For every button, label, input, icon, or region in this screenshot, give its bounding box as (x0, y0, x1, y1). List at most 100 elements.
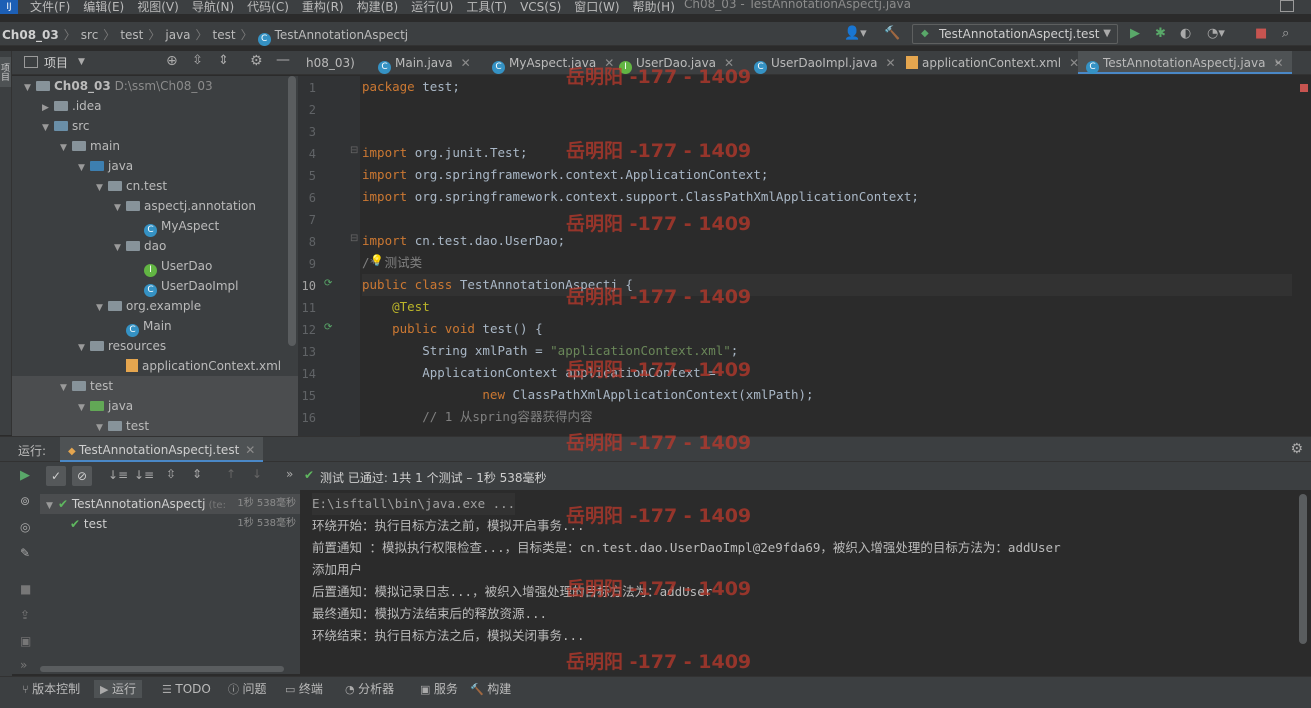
breadcrumb-item[interactable]: Ch08_03 (2, 28, 59, 42)
coverage-icon[interactable]: ◐ (1180, 26, 1191, 41)
show-passed-toggle[interactable]: ✓ (46, 466, 66, 486)
chevron-down-icon[interactable]: ▼ (96, 418, 108, 436)
menu-item[interactable]: 导航(N) (192, 0, 234, 14)
chevron-down-icon[interactable]: ▼ (60, 138, 72, 158)
project-tool-window-button[interactable]: 项目 (0, 57, 11, 87)
search-icon[interactable]: ⌕ (1282, 26, 1289, 41)
run-gutter-icon[interactable]: ⟳ (324, 278, 332, 289)
chevron-down-icon[interactable]: ▼ (96, 178, 108, 198)
tree-item[interactable]: ▼ java (12, 396, 298, 416)
close-icon[interactable]: ✕ (724, 56, 734, 70)
tree-item[interactable]: ▼ src (12, 116, 298, 136)
screenshot-icon[interactable]: ▣ (20, 634, 31, 648)
camera-icon[interactable]: ◎ (20, 520, 30, 534)
close-icon[interactable]: ✕ (245, 443, 255, 457)
sort-alpha-icon[interactable]: ↓≡ (108, 468, 128, 482)
tree-item[interactable]: ▼ test (12, 376, 298, 396)
bottom-tab-2[interactable]: ☰ TODO (162, 680, 211, 698)
sort-duration-icon[interactable]: ↓≡ (134, 468, 154, 482)
gear-icon[interactable]: ⚙ (250, 53, 263, 69)
menu-item[interactable]: 构建(B) (357, 0, 399, 14)
tree-item[interactable]: ▼ java (12, 156, 298, 176)
breadcrumb-item[interactable]: TestAnnotationAspectj (275, 28, 409, 42)
menu-item[interactable]: 代码(C) (247, 0, 289, 14)
fold-icon[interactable]: ⊟ (350, 145, 358, 156)
editor-tab[interactable]: I UserDao.java ✕ (611, 51, 742, 74)
tree-item[interactable]: ▼ resources (12, 336, 298, 356)
chevron-down-icon[interactable]: ▼ (78, 338, 90, 358)
bottom-tab-1[interactable]: ▶ 运行 (94, 680, 142, 698)
rerun-failed-icon[interactable]: ⊚ (20, 494, 30, 508)
previous-test-icon[interactable]: ↑ (226, 467, 236, 481)
run-configuration-select[interactable]: ◆ TestAnnotationAspectj.test ▼ (912, 24, 1118, 44)
rerun-icon[interactable]: ▶ (20, 468, 30, 483)
test-tree-item[interactable]: ✔ test 1秒 538毫秒 (40, 514, 300, 534)
bottom-tab-3[interactable]: ⓘ 问题 (228, 680, 267, 698)
stop-icon[interactable]: ■ (1255, 26, 1267, 41)
tree-item[interactable]: ▼ test (12, 416, 298, 436)
expand-all-icon[interactable]: ⇳ (192, 53, 203, 68)
tree-item[interactable]: ▶ .idea (12, 96, 298, 116)
chevron-down-icon[interactable]: ▼ (60, 378, 72, 398)
chevron-down-icon[interactable]: ▼ (24, 78, 36, 98)
test-tree-item[interactable]: ▼ ✔ TestAnnotationAspectj (te: 1秒 538毫秒 (40, 494, 300, 514)
chevron-down-icon[interactable]: ▼ (96, 298, 108, 318)
chevron-down-icon[interactable]: ▼ (114, 238, 126, 258)
error-stripe-marker[interactable] (1300, 84, 1308, 92)
tree-item[interactable]: ▼ cn.test (12, 176, 298, 196)
project-panel-title[interactable]: 项目 (44, 54, 68, 71)
menu-item[interactable]: 重构(R) (302, 0, 344, 14)
bottom-tab-6[interactable]: ▣ 服务 (420, 680, 458, 698)
editor-tab[interactable]: C UserDaoImpl.java ✕ (746, 51, 904, 74)
bottom-tab-4[interactable]: ▭ 终端 (285, 680, 323, 698)
intention-bulb-icon[interactable]: 💡 (370, 254, 384, 267)
menu-item[interactable]: 工具(T) (466, 0, 507, 14)
tree-item[interactable]: I UserDao (12, 256, 298, 277)
profile-icon[interactable]: ◔▾ (1207, 26, 1225, 41)
show-ignored-toggle[interactable]: ⊘ (72, 466, 92, 486)
editor-tab[interactable]: h08_03) (298, 51, 363, 74)
editor-tab[interactable]: C MyAspect.java ✕ (484, 51, 622, 74)
chevron-down-icon[interactable]: ▼ (46, 496, 58, 516)
menu-item[interactable]: 帮助(H) (633, 0, 675, 14)
run-gutter-icon[interactable]: ⟳ (324, 322, 332, 333)
breadcrumb-item[interactable]: test (120, 28, 143, 42)
menu-item[interactable]: VCS(S) (520, 0, 561, 14)
run-tab[interactable]: ◆ TestAnnotationAspectj.test ✕ (60, 437, 264, 463)
run-icon[interactable]: ▶ (1130, 26, 1140, 41)
editor-scrollbar[interactable] (1297, 76, 1311, 436)
tree-item[interactable]: ▼ dao (12, 236, 298, 256)
breadcrumb-item[interactable]: java (165, 28, 190, 42)
close-icon[interactable]: ✕ (885, 56, 895, 70)
close-icon[interactable]: ✕ (461, 56, 471, 70)
fold-icon[interactable]: ⊟ (350, 233, 358, 244)
breadcrumb-item[interactable]: src (81, 28, 99, 42)
tree-item[interactable]: ▼ org.example (12, 296, 298, 316)
tree-item[interactable]: C UserDaoImpl (12, 276, 298, 297)
console-scrollbar[interactable] (1299, 494, 1307, 644)
next-test-icon[interactable]: ↓ (252, 467, 262, 481)
build-hammer-icon[interactable]: 🔨 (884, 26, 900, 41)
tabs-overflow-icon[interactable]: ⌄ (1273, 53, 1283, 67)
chevron-right-icon[interactable]: ▶ (42, 98, 54, 118)
expand-all-icon[interactable]: ⇳ (166, 467, 176, 481)
locate-icon[interactable]: ⊕ (166, 53, 178, 69)
chevron-down-icon[interactable]: ▼ (42, 118, 54, 138)
debug-icon[interactable]: ✱ (1155, 26, 1166, 41)
breadcrumb-item[interactable]: test (213, 28, 236, 42)
chevron-down-icon[interactable]: ▼ (78, 398, 90, 418)
editor-tab[interactable]: applicationContext.xml ✕ (898, 51, 1087, 74)
export-icon[interactable]: ⇪ (20, 608, 30, 622)
tree-scrollbar[interactable] (288, 76, 296, 346)
tree-item[interactable]: C MyAspect (12, 216, 298, 237)
test-tree-hscrollbar[interactable] (40, 666, 284, 672)
chevron-down-icon[interactable]: ▼ (78, 158, 90, 178)
code-editor[interactable]: package test; import org.junit.Test; impor… (360, 76, 1311, 436)
tree-item[interactable]: ▼ main (12, 136, 298, 156)
chevron-down-icon[interactable]: ▼ (114, 198, 126, 218)
console-output[interactable]: E:\isftall\bin\java.exe ... 环绕开始：执行目标方法之前… (300, 490, 1296, 674)
tree-item[interactable]: applicationContext.xml (12, 356, 298, 376)
editor-tab[interactable]: C TestAnnotationAspectj.java ✕ (1078, 51, 1292, 74)
tree-item[interactable]: C Main (12, 316, 298, 337)
minimize-icon[interactable]: — (276, 52, 290, 68)
